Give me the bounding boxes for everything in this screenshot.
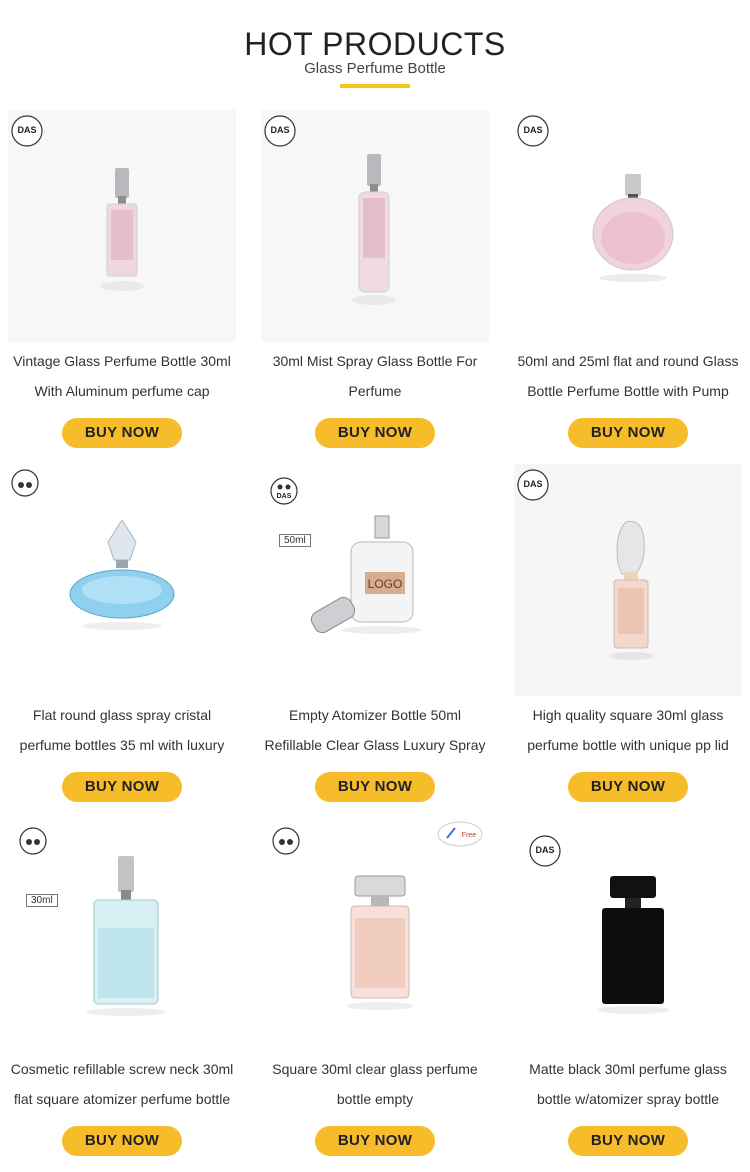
- product-card[interactable]: DAS Vintage Glass Perfume Bottle 30ml Wi…: [5, 110, 239, 448]
- product-name[interactable]: Empty Atomizer Bottle 50ml Refillable Cl…: [258, 700, 492, 760]
- product-name[interactable]: High quality square 30ml glass perfume b…: [511, 700, 745, 760]
- product-name-line1: Square 30ml clear glass perfume: [272, 1061, 478, 1077]
- product-card[interactable]: DAS 30ml Mist Spray Glass Bottle For Per…: [258, 110, 492, 448]
- product-image[interactable]: LOGO DAS 50ml: [261, 464, 489, 696]
- product-name[interactable]: Matte black 30ml perfume glass bottle w/…: [511, 1054, 745, 1114]
- product-name-line1: High quality square 30ml glass: [532, 707, 724, 723]
- product-name-line1: Vintage Glass Perfume Bottle 30ml: [13, 353, 231, 369]
- title-underline: [340, 84, 410, 88]
- buy-now-button[interactable]: BUY NOW: [568, 772, 688, 802]
- das-logo: DAS: [516, 114, 550, 153]
- buy-now-button[interactable]: BUY NOW: [568, 1126, 688, 1156]
- product-name-line2: With Aluminum perfume cap: [34, 383, 210, 399]
- product-card[interactable]: Free Square 30ml clear glass perfume bot…: [258, 818, 492, 1156]
- product-card[interactable]: DAS Matte black 30ml perfume glass bottl…: [511, 818, 745, 1156]
- section-title: HOT PRODUCTS: [244, 26, 506, 62]
- product-name[interactable]: 30ml Mist Spray Glass Bottle For Perfume: [258, 346, 492, 406]
- product-image[interactable]: 30ml: [8, 818, 236, 1050]
- das-logo: DAS: [263, 114, 297, 153]
- product-name-line2: Perfume: [348, 383, 402, 399]
- das-logo: DAS: [10, 114, 44, 153]
- product-name-line1: Empty Atomizer Bottle 50ml: [289, 707, 461, 723]
- product-name-line1: 30ml Mist Spray Glass Bottle For: [272, 353, 478, 369]
- das-logo: DAS: [269, 476, 299, 511]
- svg-text:DAS: DAS: [523, 479, 542, 489]
- svg-text:Free: Free: [462, 832, 477, 839]
- buy-now-button[interactable]: BUY NOW: [315, 772, 435, 802]
- das-logo: [10, 468, 40, 503]
- svg-text:DAS: DAS: [523, 125, 542, 135]
- product-image[interactable]: DAS: [514, 464, 742, 696]
- svg-text:DAS: DAS: [17, 125, 36, 135]
- volume-tag: 50ml: [279, 534, 311, 547]
- buy-now-button[interactable]: BUY NOW: [62, 772, 182, 802]
- product-name-line2: bottle empty: [336, 1091, 414, 1107]
- product-name-line2: Refillable Clear Glass Luxury Spray: [264, 737, 486, 753]
- svg-text:LOGO: LOGO: [368, 577, 403, 591]
- product-name-line2: perfume bottles 35 ml with luxury: [19, 737, 225, 753]
- product-image[interactable]: DAS: [514, 110, 742, 342]
- product-name[interactable]: 50ml and 25ml flat and round Glass Bottl…: [511, 346, 745, 406]
- buy-now-button[interactable]: BUY NOW: [315, 1126, 435, 1156]
- product-name-line2: perfume bottle with unique pp lid: [527, 737, 729, 753]
- buy-now-button[interactable]: BUY NOW: [568, 418, 688, 448]
- svg-text:DAS: DAS: [535, 845, 554, 855]
- product-card[interactable]: 30ml Cosmetic refillable screw neck 30ml…: [5, 818, 239, 1156]
- product-name-line2: flat square atomizer perfume bottle: [13, 1091, 231, 1107]
- product-card[interactable]: DAS High quality square 30ml glass perfu…: [511, 464, 745, 802]
- volume-tag: 30ml: [26, 894, 58, 907]
- section-subtitle: Glass Perfume Bottle: [304, 60, 446, 77]
- free-sprayer-badge: Free: [437, 820, 483, 853]
- das-logo: [271, 826, 301, 861]
- product-name[interactable]: Flat round glass spray cristal perfume b…: [5, 700, 239, 760]
- product-name-line1: Cosmetic refillable screw neck 30ml: [10, 1061, 234, 1077]
- das-logo: DAS: [516, 468, 550, 507]
- buy-now-button[interactable]: BUY NOW: [315, 418, 435, 448]
- product-image[interactable]: DAS: [261, 110, 489, 342]
- product-card[interactable]: Flat round glass spray cristal perfume b…: [5, 464, 239, 802]
- das-logo: [18, 826, 48, 861]
- product-image[interactable]: DAS: [8, 110, 236, 342]
- buy-now-button[interactable]: BUY NOW: [62, 418, 182, 448]
- product-card[interactable]: DAS 50ml and 25ml flat and round Glass B…: [511, 110, 745, 448]
- das-logo: DAS: [528, 834, 562, 873]
- svg-text:DAS: DAS: [270, 125, 289, 135]
- product-image[interactable]: DAS: [514, 818, 742, 1050]
- product-name[interactable]: Vintage Glass Perfume Bottle 30ml With A…: [5, 346, 239, 406]
- product-name-line1: Flat round glass spray cristal: [32, 707, 212, 723]
- product-name-line2: bottle w/atomizer spray bottle: [536, 1091, 720, 1107]
- product-name[interactable]: Square 30ml clear glass perfume bottle e…: [258, 1054, 492, 1114]
- product-image[interactable]: Free: [261, 818, 489, 1050]
- product-image[interactable]: [8, 464, 236, 696]
- product-name-line2: Bottle Perfume Bottle with Pump: [527, 383, 729, 399]
- product-name-line1: 50ml and 25ml flat and round Glass: [517, 353, 739, 369]
- product-name-line1: Matte black 30ml perfume glass: [529, 1061, 727, 1077]
- buy-now-button[interactable]: BUY NOW: [62, 1126, 182, 1156]
- product-name[interactable]: Cosmetic refillable screw neck 30ml flat…: [5, 1054, 239, 1114]
- section-header: HOT PRODUCTS Glass Perfume Bottle: [0, 0, 750, 110]
- product-card[interactable]: LOGO DAS 50ml Empty Atomizer Bottle 50ml…: [258, 464, 492, 802]
- svg-text:DAS: DAS: [277, 493, 292, 500]
